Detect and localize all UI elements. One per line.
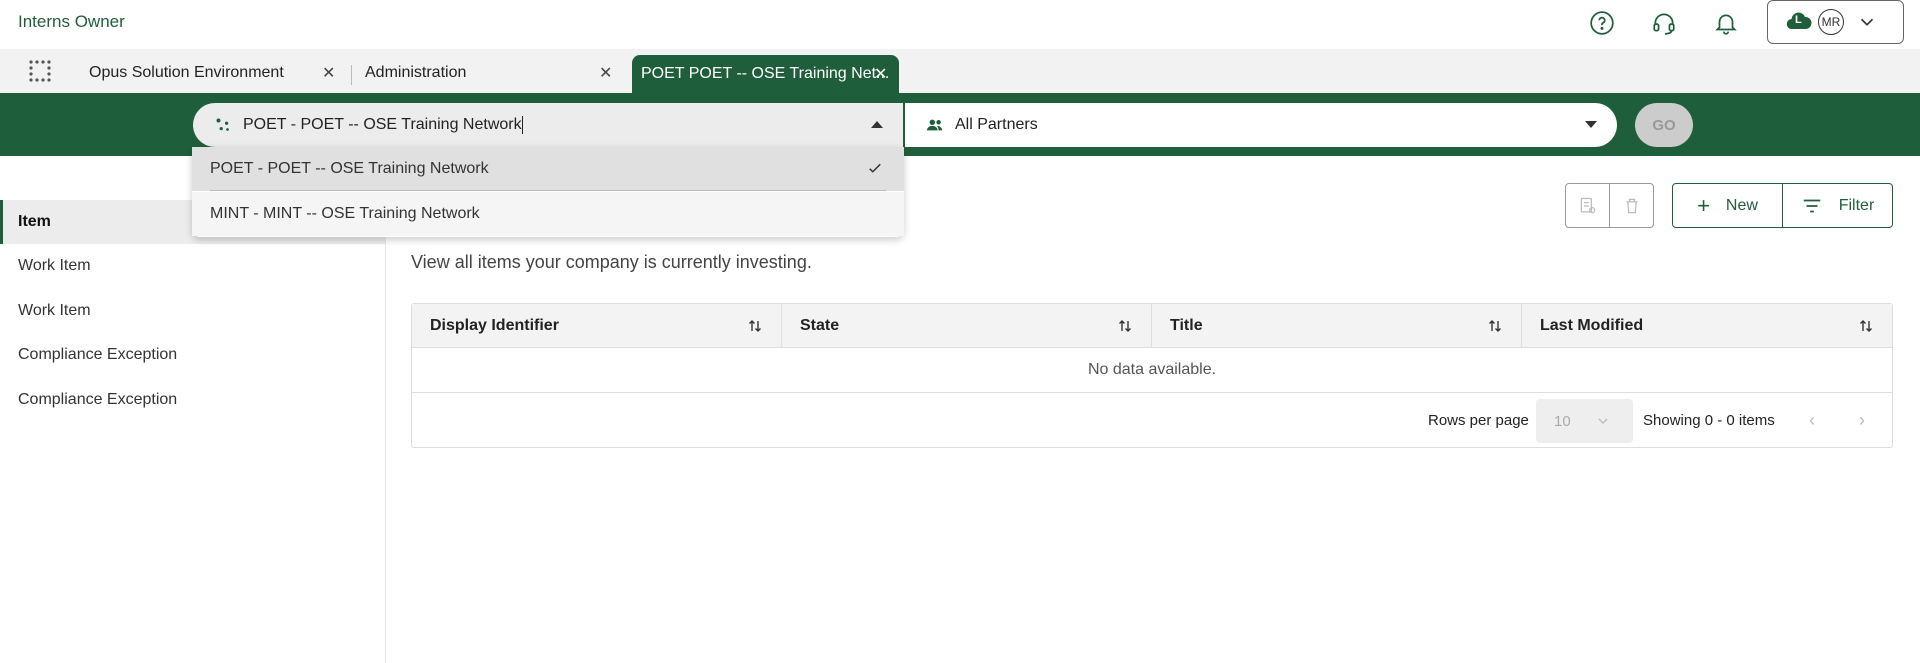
- sort-icon[interactable]: [747, 318, 763, 334]
- table-pagination: Rows per page 10 Showing 0 - 0 items ‹ ›: [412, 394, 1892, 448]
- network-selector-value[interactable]: POET - POET -- OSE Training Network: [243, 116, 522, 134]
- caret-down-icon[interactable]: [1585, 121, 1597, 128]
- column-header-label: State: [800, 317, 840, 334]
- partner-selector[interactable]: All Partners: [905, 103, 1617, 147]
- app-grid-icon[interactable]: [28, 59, 52, 83]
- sidebar-item-work-item[interactable]: Work Item: [0, 289, 385, 333]
- network-selector[interactable]: POET - POET -- OSE Training Network: [193, 103, 903, 147]
- top-bar: Interns Owner L MR: [0, 0, 1920, 48]
- support-headset-icon[interactable]: [1649, 8, 1679, 38]
- dropdown-option-poet[interactable]: POET - POET -- OSE Training Network: [192, 147, 904, 191]
- cloud-letter: L: [1795, 14, 1802, 26]
- dropdown-option-mint[interactable]: MINT - MINT -- OSE Training Network: [192, 192, 904, 236]
- tab-administration[interactable]: Administration ✕: [365, 55, 615, 91]
- filter-button-label: Filter: [1838, 196, 1875, 214]
- rows-per-page-value: 10: [1554, 412, 1571, 430]
- go-button[interactable]: GO: [1635, 103, 1693, 147]
- column-header-label: Display Identifier: [430, 317, 559, 334]
- tab-label: POET POET -- OSE Training Net...: [641, 65, 890, 82]
- export-icon[interactable]: [1566, 184, 1610, 227]
- dropdown-option-label: MINT - MINT -- OSE Training Network: [210, 205, 480, 222]
- rows-per-page-label: Rows per page: [1428, 412, 1529, 429]
- primary-actions-group: + New Filter: [1672, 183, 1893, 228]
- app-title: Interns Owner: [18, 12, 125, 31]
- previous-page-icon[interactable]: ‹: [1802, 410, 1822, 430]
- plus-icon: +: [1697, 192, 1710, 218]
- sort-icon[interactable]: [1487, 318, 1503, 334]
- new-button-label: New: [1725, 196, 1758, 214]
- close-icon[interactable]: ✕: [874, 64, 887, 84]
- tab-label: Opus Solution Environment: [89, 64, 284, 81]
- column-header-state[interactable]: State: [782, 304, 1152, 348]
- sort-icon[interactable]: [1117, 318, 1133, 334]
- tab-poet-network[interactable]: POET POET -- OSE Training Net... ✕: [632, 55, 899, 93]
- network-dropdown-menu: POET - POET -- OSE Training Network MINT…: [192, 147, 904, 237]
- sidebar-item-work-item[interactable]: Work Item: [0, 244, 385, 288]
- column-header-label: Title: [1170, 317, 1203, 334]
- page-description: View all items your company is currently…: [411, 252, 812, 272]
- delete-icon[interactable]: [1610, 184, 1653, 227]
- cloud-icon: L: [1786, 12, 1812, 32]
- sort-icon[interactable]: [1858, 318, 1874, 334]
- user-menu-button[interactable]: L MR: [1767, 0, 1904, 44]
- tab-divider: [351, 65, 352, 85]
- empty-state-text: No data available.: [412, 348, 1892, 393]
- filter-icon: [1803, 199, 1820, 212]
- avatar: MR: [1818, 9, 1844, 35]
- column-header-last-modified[interactable]: Last Modified: [1522, 304, 1892, 348]
- dropdown-option-label: POET - POET -- OSE Training Network: [210, 160, 489, 177]
- close-icon[interactable]: ✕: [322, 63, 335, 83]
- tab-label: Administration: [365, 64, 467, 81]
- table-header: Display Identifier State Title Last Modi…: [412, 304, 1892, 348]
- next-page-icon[interactable]: ›: [1852, 410, 1872, 430]
- filter-button[interactable]: Filter: [1783, 184, 1892, 227]
- sidebar-item-compliance-exception[interactable]: Compliance Exception: [0, 378, 385, 422]
- column-header-display-identifier[interactable]: Display Identifier: [412, 304, 782, 348]
- showing-count-text: Showing 0 - 0 items: [1643, 412, 1775, 429]
- column-header-title[interactable]: Title: [1152, 304, 1522, 348]
- sidebar-item-compliance-exception[interactable]: Compliance Exception: [0, 333, 385, 377]
- caret-up-icon[interactable]: [871, 121, 883, 128]
- notification-bell-icon[interactable]: [1711, 8, 1741, 38]
- column-header-label: Last Modified: [1540, 317, 1644, 334]
- partner-selector-value: All Partners: [955, 116, 1038, 133]
- row-actions-group: [1565, 183, 1654, 228]
- items-table: Display Identifier State Title Last Modi…: [411, 303, 1893, 448]
- tab-opus-solution-environment[interactable]: Opus Solution Environment ✕: [89, 55, 349, 91]
- tab-bar: Opus Solution Environment ✕ Administrati…: [0, 49, 1920, 93]
- rows-per-page-select[interactable]: 10: [1536, 399, 1633, 443]
- chevron-down-icon: [1598, 418, 1608, 424]
- check-icon: [869, 163, 881, 173]
- new-button[interactable]: + New: [1673, 184, 1783, 227]
- close-icon[interactable]: ✕: [599, 63, 612, 83]
- people-icon: [925, 115, 945, 135]
- network-icon: [213, 115, 233, 135]
- chevron-down-icon: [1860, 18, 1874, 26]
- help-icon[interactable]: [1587, 8, 1617, 38]
- text-cursor: [521, 116, 523, 134]
